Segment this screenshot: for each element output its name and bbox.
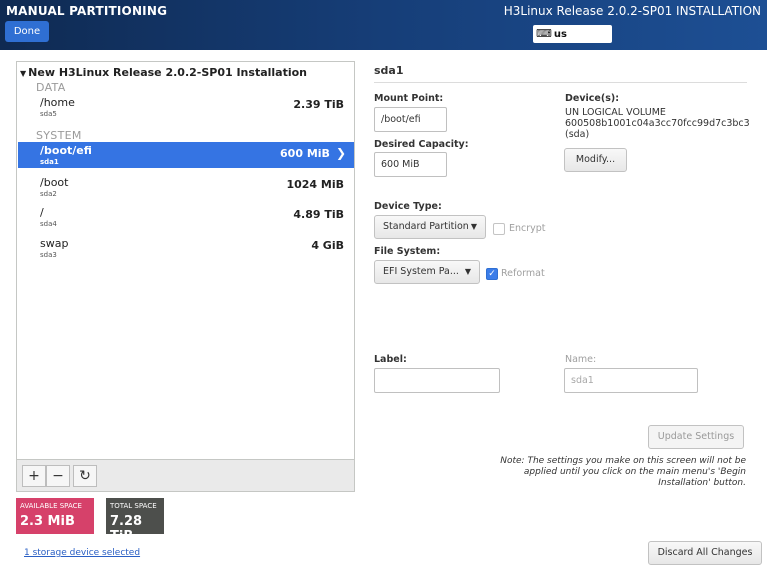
name-field-label: Name: (565, 354, 597, 365)
reformat-checkbox[interactable]: ✓ (486, 268, 498, 280)
partition-device: sda5 (40, 110, 57, 118)
mount-point-field[interactable]: /boot/efi (374, 107, 447, 132)
devices-line: (sda) (565, 129, 590, 140)
dropdown-arrow-icon: ▼ (464, 267, 471, 276)
partition-device: sda2 (40, 190, 57, 198)
file-system-label: File System: (374, 246, 441, 257)
total-space-box: TOTAL SPACE 7.28 TiB (106, 498, 164, 544)
partition-size: 4 GiB (311, 239, 344, 252)
partition-row-boot[interactable]: /boot sda2 1024 MiB (18, 174, 354, 200)
devices-line: 600508b1001c04a3cc70fcc99d7c3bc3 (565, 118, 750, 129)
devices-line: UN LOGICAL VOLUME (565, 107, 666, 118)
desired-capacity-field[interactable]: 600 MiB (374, 152, 447, 177)
device-type-value: Standard Partition (383, 221, 469, 232)
selected-partition-title: sda1 (374, 64, 404, 77)
install-title: H3Linux Release 2.0.2-SP01 INSTALLATION (503, 4, 761, 18)
available-space-value: 2.3 MiB (20, 514, 75, 529)
partition-row-home[interactable]: /home sda5 2.39 TiB (18, 94, 354, 120)
encrypt-label: Encrypt (509, 223, 546, 234)
partition-row-root[interactable]: / sda4 4.89 TiB (18, 204, 354, 230)
partition-size: 4.89 TiB (293, 208, 344, 221)
partition-size-selected: 600 MiB ❯ (280, 146, 346, 160)
label-field-label: Label: (374, 354, 407, 365)
group-label-data: DATA (36, 81, 66, 94)
file-system-value: EFI System Pa... (383, 266, 459, 277)
partition-toolbar: + − ↻ (17, 459, 354, 491)
file-system-dropdown[interactable]: EFI System Pa... ▼ (374, 260, 480, 284)
available-space-label: AVAILABLE SPACE (20, 502, 82, 510)
refresh-icon: ↻ (79, 468, 91, 484)
devices-label: Device(s): (565, 93, 619, 104)
encrypt-checkbox[interactable] (493, 223, 505, 235)
header-bar: MANUAL PARTITIONING Done H3Linux Release… (0, 0, 767, 50)
chevron-right-icon: ❯ (335, 146, 346, 160)
partition-device: sda1 (40, 158, 59, 166)
total-space-label: TOTAL SPACE (110, 502, 157, 510)
installation-root-label: New H3Linux Release 2.0.2-SP01 Installat… (28, 66, 308, 79)
devices-value: UN LOGICAL VOLUME 600508b1001c04a3cc70fc… (565, 107, 750, 140)
available-space-box: AVAILABLE SPACE 2.3 MiB (16, 498, 94, 534)
keyboard-layout-indicator[interactable]: ⌨ us (533, 25, 612, 43)
desired-capacity-label: Desired Capacity: (374, 139, 469, 150)
partition-size: 2.39 TiB (293, 98, 344, 111)
add-partition-button[interactable]: + (22, 465, 46, 487)
name-field[interactable]: sda1 (564, 368, 698, 393)
partition-row-boot-efi[interactable]: /boot/efi sda1 600 MiB ❯ (18, 142, 354, 168)
partition-size: 1024 MiB (286, 178, 344, 191)
done-button[interactable]: Done (5, 21, 49, 42)
partition-row-swap[interactable]: swap sda3 4 GiB (18, 235, 354, 261)
device-type-dropdown[interactable]: Standard Partition ▼ (374, 215, 486, 239)
remove-partition-button[interactable]: − (46, 465, 70, 487)
label-field[interactable] (374, 368, 500, 393)
partition-device: sda4 (40, 220, 57, 228)
partition-mount: /boot (40, 176, 69, 189)
update-settings-button[interactable]: Update Settings (648, 425, 744, 449)
partition-mount: / (40, 206, 44, 219)
partition-mount: /boot/efi (40, 144, 92, 157)
modify-button[interactable]: Modify... (564, 148, 627, 172)
page-title: MANUAL PARTITIONING (6, 4, 168, 18)
device-type-label: Device Type: (374, 201, 442, 212)
partition-mount: swap (40, 237, 69, 250)
partition-size: 600 MiB (280, 147, 330, 160)
partition-device: sda3 (40, 251, 57, 259)
dropdown-arrow-icon: ▼ (470, 222, 477, 231)
group-label-system: SYSTEM (36, 129, 82, 142)
total-space-value: 7.28 TiB (110, 514, 143, 544)
discard-all-changes-button[interactable]: Discard All Changes (648, 541, 762, 565)
checkmark-icon: ✓ (488, 269, 496, 279)
refresh-button[interactable]: ↻ (73, 465, 97, 487)
keyboard-layout-label: us (553, 29, 567, 40)
storage-devices-link[interactable]: 1 storage device selected (24, 548, 140, 558)
keyboard-icon: ⌨ (536, 27, 552, 40)
partition-mount: /home (40, 96, 75, 109)
reformat-label: Reformat (501, 268, 545, 279)
installation-root[interactable]: ▼ New H3Linux Release 2.0.2-SP01 Installa… (20, 66, 307, 79)
partition-tree-panel: ▼ New H3Linux Release 2.0.2-SP01 Installa… (16, 61, 355, 492)
divider (374, 82, 747, 83)
settings-note: Note: The settings you make on this scre… (500, 456, 746, 488)
expander-triangle-icon[interactable]: ▼ (20, 69, 26, 78)
mount-point-label: Mount Point: (374, 93, 444, 104)
